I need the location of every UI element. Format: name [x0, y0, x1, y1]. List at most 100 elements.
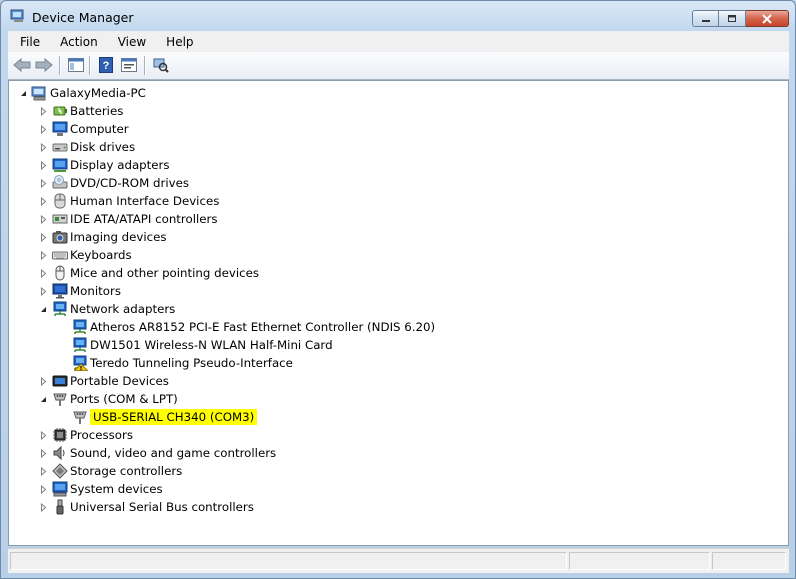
minimize-icon: [701, 19, 710, 22]
tree-item-label[interactable]: Teredo Tunneling Pseudo-Interface: [90, 355, 293, 371]
menu-bar: File Action View Help: [8, 31, 789, 52]
tree-item-label[interactable]: Disk drives: [70, 139, 135, 155]
maximize-button[interactable]: [719, 10, 746, 27]
menu-view[interactable]: View: [106, 35, 154, 49]
tree-item-label[interactable]: Human Interface Devices: [70, 193, 219, 209]
scan-hardware-button[interactable]: [151, 56, 171, 74]
maximize-icon: [728, 15, 736, 22]
properties-button[interactable]: [119, 56, 139, 74]
title-bar[interactable]: Device Manager: [1, 1, 795, 31]
display-adapter-icon: [52, 158, 68, 172]
help-icon: ?: [99, 57, 113, 73]
tree-item-label[interactable]: Batteries: [70, 103, 123, 119]
window-title: Device Manager: [32, 10, 134, 25]
close-button[interactable]: [746, 10, 789, 27]
minimize-button[interactable]: [692, 10, 719, 27]
network-adapter-icon: [73, 319, 87, 334]
tree-item-label[interactable]: Ports (COM & LPT): [70, 391, 178, 407]
tree-item-label[interactable]: Keyboards: [70, 247, 132, 263]
expand-triangle-icon[interactable]: [39, 467, 48, 476]
expand-triangle-icon[interactable]: [39, 269, 48, 278]
expand-triangle-icon[interactable]: [39, 143, 48, 152]
device-tree[interactable]: GalaxyMedia-PC Batteries Computer Disk driv…: [8, 80, 789, 546]
toolbar-separator: [89, 56, 91, 75]
expand-triangle-icon[interactable]: [39, 251, 48, 260]
caption-buttons: [692, 10, 789, 28]
collapse-triangle-icon[interactable]: [39, 305, 48, 314]
toolbar-separator: [144, 56, 146, 75]
camera-icon: [52, 231, 68, 244]
sound-icon: [53, 445, 65, 461]
expand-triangle-icon[interactable]: [39, 161, 48, 170]
tree-item-label[interactable]: Imaging devices: [70, 229, 167, 245]
close-icon: [762, 13, 772, 24]
tree-item-label[interactable]: DW1501 Wireless-N WLAN Half-Mini Card: [90, 337, 333, 353]
status-bar: [8, 548, 789, 573]
tree-item-label[interactable]: Mice and other pointing devices: [70, 265, 259, 281]
tree-item-label[interactable]: Portable Devices: [70, 373, 169, 389]
expand-triangle-icon[interactable]: [39, 107, 48, 116]
storage-controller-icon: [52, 463, 68, 479]
computer-root-icon: [31, 86, 46, 101]
menu-file[interactable]: File: [8, 35, 48, 49]
expand-triangle-icon[interactable]: [39, 197, 48, 206]
menu-action[interactable]: Action: [48, 35, 106, 49]
expand-triangle-icon[interactable]: [39, 431, 48, 440]
toolbar: ?: [8, 52, 789, 80]
tree-item-label[interactable]: System devices: [70, 481, 163, 497]
tree-item-label[interactable]: Network adapters: [70, 301, 175, 317]
battery-icon: [53, 106, 67, 116]
collapse-triangle-icon[interactable]: [19, 89, 28, 98]
tree-item-label[interactable]: Storage controllers: [70, 463, 182, 479]
usb-icon: [56, 499, 64, 515]
device-manager-app-icon: [10, 9, 24, 22]
tree-item-label[interactable]: Universal Serial Bus controllers: [70, 499, 254, 515]
status-panel-main: [10, 552, 567, 570]
forward-arrow-icon: [35, 58, 53, 72]
hid-icon: [54, 193, 66, 209]
status-panel-3: [712, 552, 786, 570]
expand-triangle-icon[interactable]: [39, 215, 48, 224]
tree-category-row[interactable]: [9, 282, 788, 300]
tree-item-label[interactable]: Monitors: [70, 283, 121, 299]
computer-icon: [52, 121, 68, 136]
collapse-triangle-icon[interactable]: [39, 395, 48, 404]
tree-item-label[interactable]: Sound, video and game controllers: [70, 445, 276, 461]
back-arrow-icon: [13, 58, 31, 72]
tree-item-label[interactable]: GalaxyMedia-PC: [50, 85, 146, 101]
dvd-drive-icon: [52, 175, 68, 189]
system-device-icon: [52, 481, 68, 497]
scan-hardware-changes-icon: [153, 58, 169, 73]
back-button[interactable]: [12, 56, 32, 74]
tree-item-label[interactable]: Atheros AR8152 PCI-E Fast Ethernet Contr…: [90, 319, 435, 335]
network-adapter-icon: [73, 337, 87, 352]
show-hide-console-tree-icon: [68, 58, 84, 72]
expand-triangle-icon[interactable]: [39, 485, 48, 494]
expand-triangle-icon[interactable]: [39, 503, 48, 512]
menu-help[interactable]: Help: [154, 35, 201, 49]
port-icon: [53, 393, 67, 406]
show-hide-tree-button[interactable]: [66, 56, 86, 74]
tree-item-label[interactable]: Display adapters: [70, 157, 170, 173]
keyboard-icon: [52, 251, 68, 260]
expand-triangle-icon[interactable]: [39, 125, 48, 134]
expand-triangle-icon[interactable]: [39, 287, 48, 296]
help-button[interactable]: ?: [96, 56, 116, 74]
forward-button[interactable]: [34, 56, 54, 74]
port-icon: [73, 411, 87, 424]
monitor-icon: [52, 283, 68, 299]
tree-item-label[interactable]: DVD/CD-ROM drives: [70, 175, 189, 191]
expand-triangle-icon[interactable]: [39, 233, 48, 242]
tree-item-label[interactable]: IDE ATA/ATAPI controllers: [70, 211, 218, 227]
tree-item-label[interactable]: USB-SERIAL CH340 (COM3): [90, 409, 258, 425]
network-adapter-icon: [53, 301, 67, 316]
expand-triangle-icon[interactable]: [39, 377, 48, 386]
tree-item-label[interactable]: Computer: [70, 121, 129, 137]
device-manager-window: Device Manager File Action View Help ? G…: [0, 0, 796, 579]
tree-item-label[interactable]: Processors: [70, 427, 133, 443]
ide-controller-icon: [52, 214, 68, 224]
tree-category-row[interactable]: [9, 102, 788, 120]
expand-triangle-icon[interactable]: [39, 449, 48, 458]
network-adapter-icon: [73, 355, 88, 371]
expand-triangle-icon[interactable]: [39, 179, 48, 188]
